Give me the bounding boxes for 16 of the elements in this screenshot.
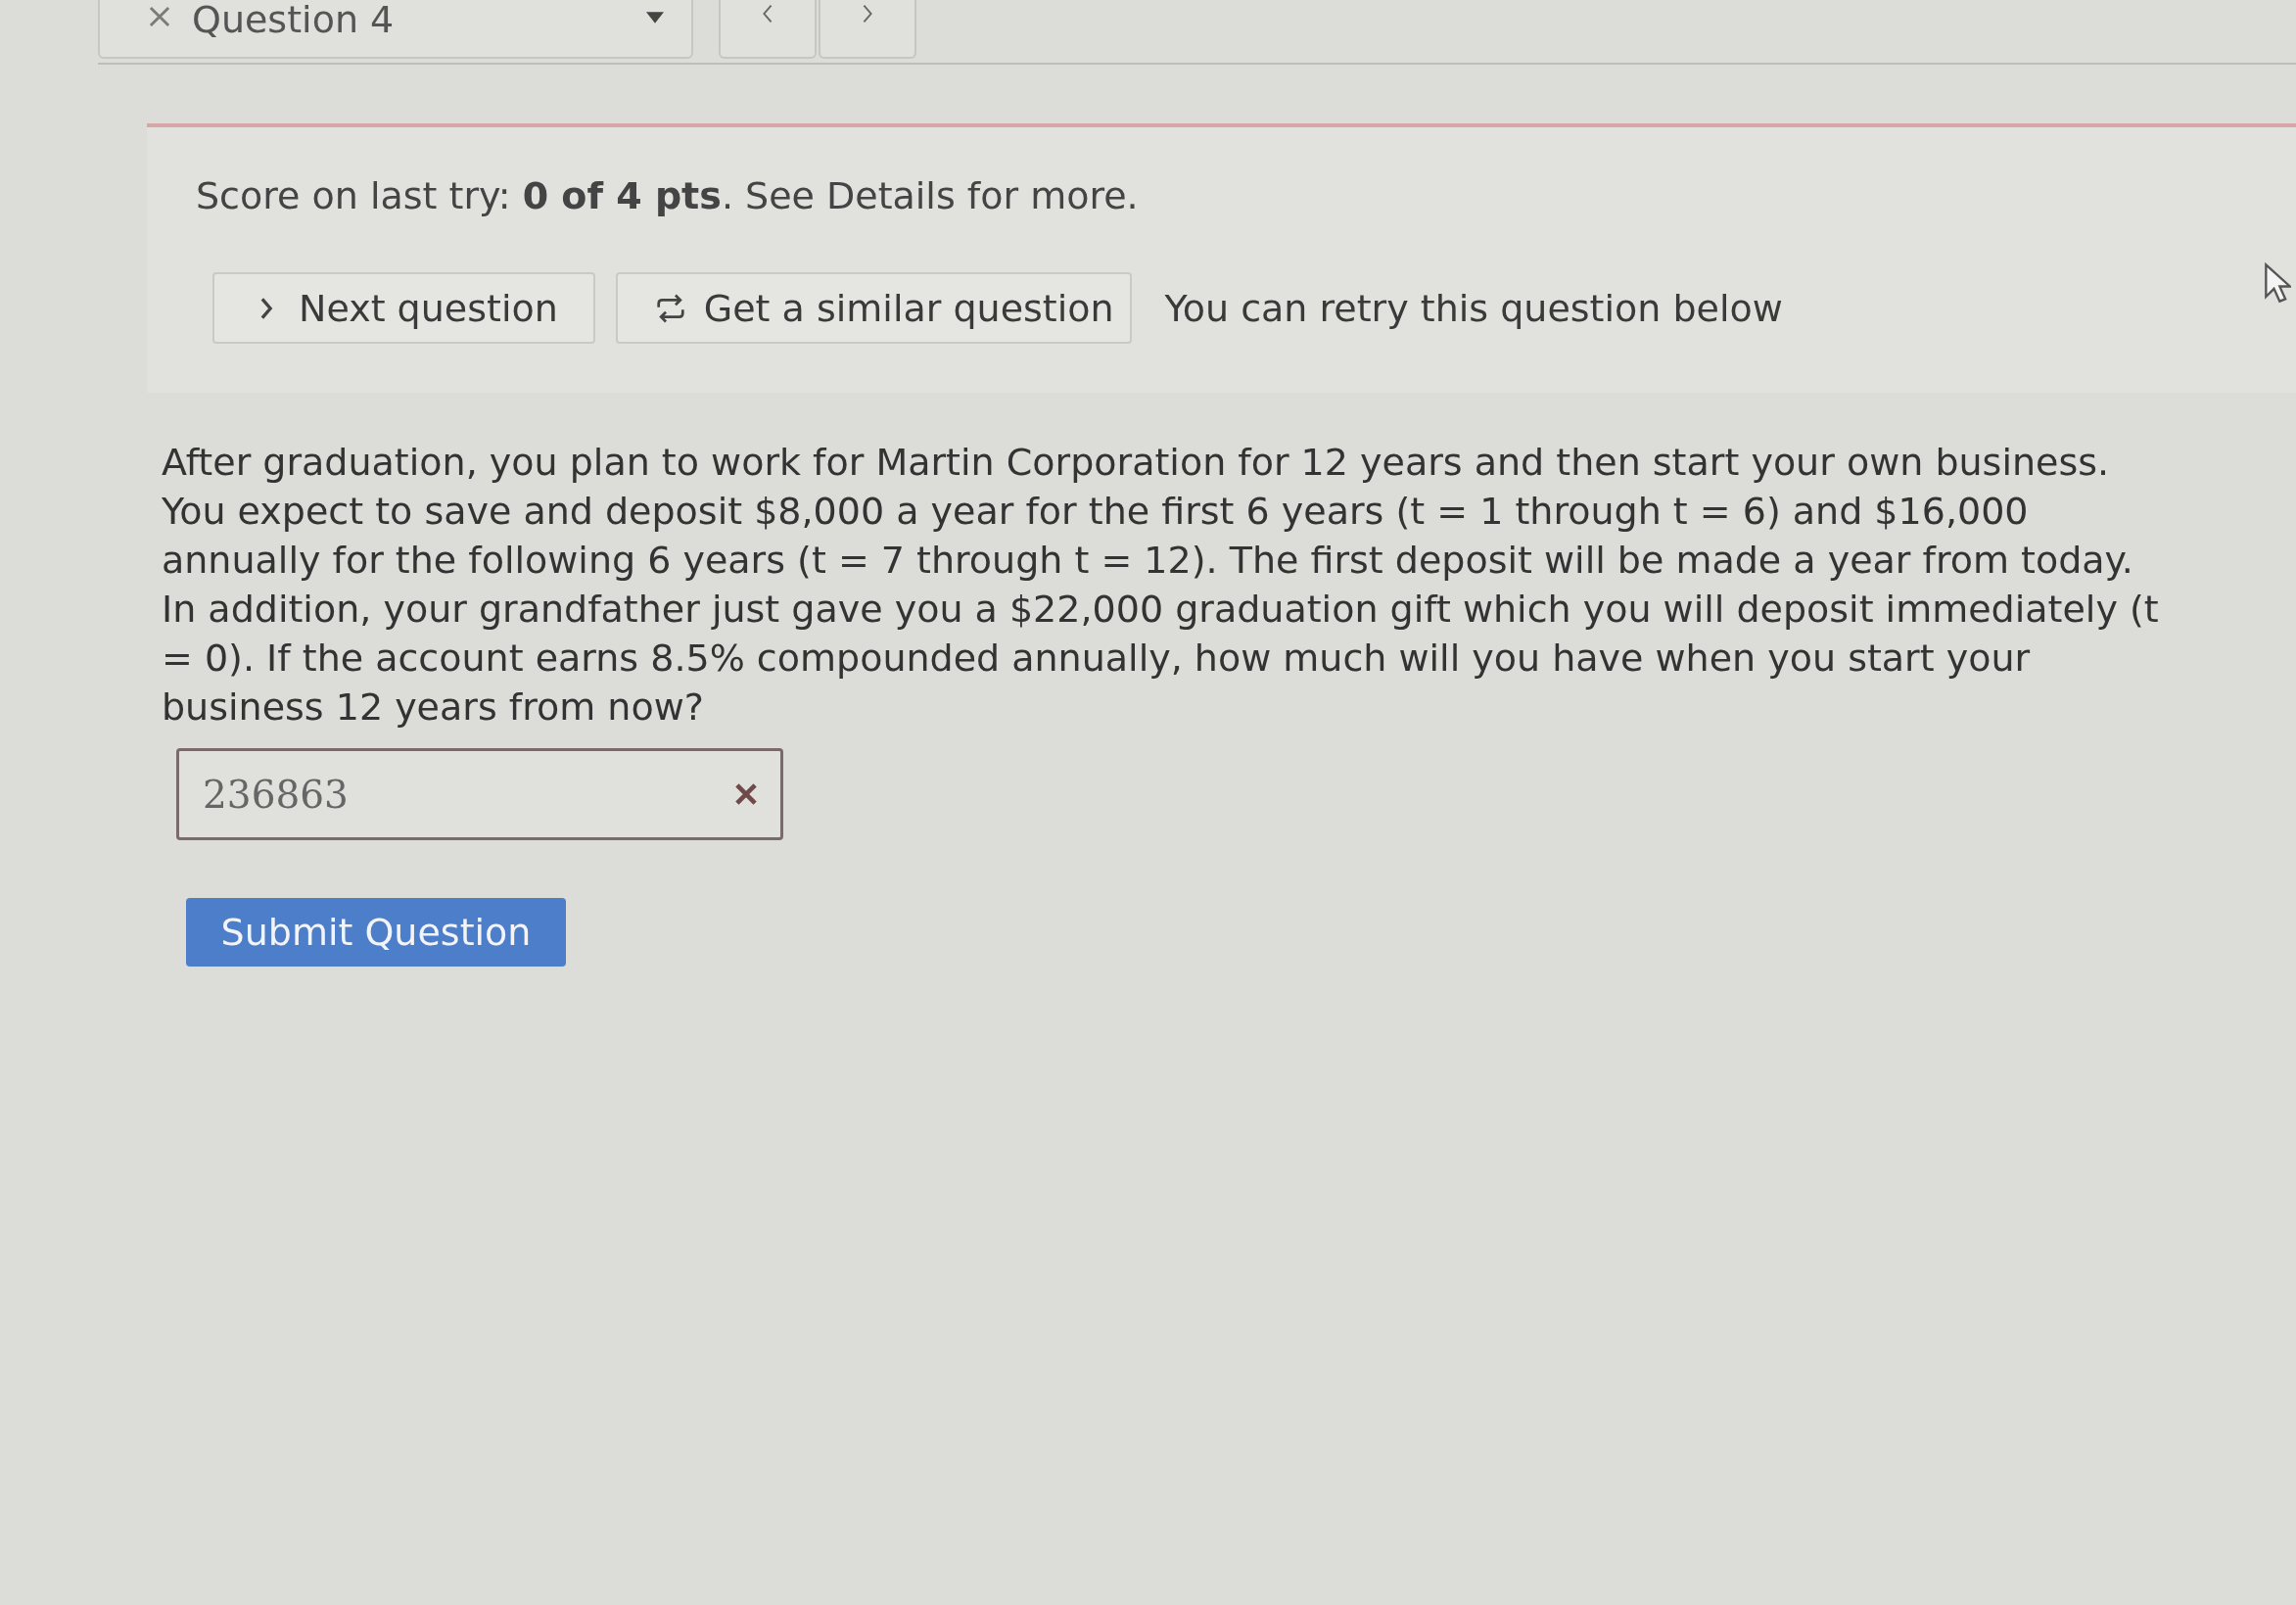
chevron-left-icon <box>762 4 773 24</box>
answer-field[interactable]: 236863 <box>176 748 783 840</box>
similar-question-button[interactable]: Get a similar question <box>615 272 1132 344</box>
score-text: Score on last try: 0 of 4 pts. See Details for more. <box>196 173 1140 219</box>
question-dropdown[interactable]: Question 4 <box>98 0 693 59</box>
next-question-button[interactable]: Next question <box>212 272 595 344</box>
mouse-cursor-icon <box>2264 262 2291 304</box>
chevron-right-icon <box>862 4 873 24</box>
next-arrow-button[interactable] <box>819 0 916 59</box>
retry-note: You can retry this question below <box>1164 286 1783 330</box>
repeat-icon <box>654 293 686 323</box>
submit-button[interactable]: Submit Question <box>186 898 566 967</box>
previous-button[interactable] <box>719 0 817 59</box>
question-text: After graduation, you plan to work for Martin Corporation for 12 years and then start your own business. You expect to save and deposit $8,000 a year for the first 6 years (t = 1 through t = 6) and $16,000 annually for the following 6 years (t = 7 through t = 12). The first deposit will be made a year from today. In addition, your grandfather just gave you a $22,000 graduation gift which you will deposit immediately (t = 0). If the account earns 8.5% compounded annually, how much will you have when you start your business 12 years from now? <box>162 440 2160 731</box>
caret-down-icon <box>646 12 664 24</box>
chevron-right-icon <box>259 297 273 319</box>
